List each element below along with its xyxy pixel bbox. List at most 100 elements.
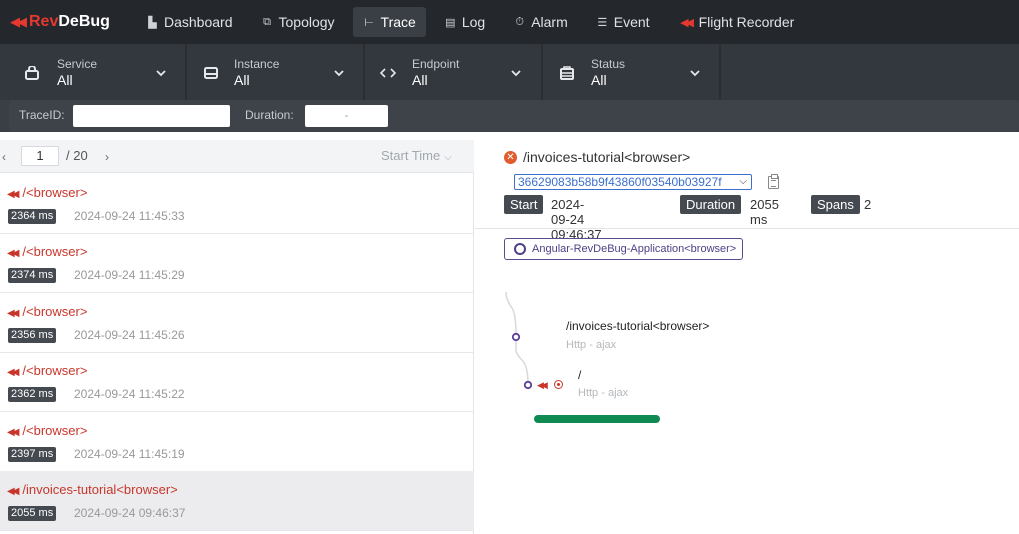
trace-list-pane: ‹ 1 / 20 › Start Time ⌵ ◀◀/<browser> 2364… — [0, 140, 474, 534]
endpoint-filter[interactable]: Endpoint All — [365, 44, 543, 100]
status-filter[interactable]: Status All — [543, 44, 721, 100]
duration-badge: 2362 ms — [8, 387, 57, 402]
event-icon: ☰ — [597, 16, 608, 29]
trace-title-text: /invoices-tutorial<browser> — [523, 149, 691, 165]
trace-id-select[interactable]: 36629083b58b9f43860f03540b03927f ⌵ — [514, 174, 752, 190]
trace-id-value: 36629083b58b9f43860f03540b03927f — [518, 175, 722, 189]
service-filter-value: All — [57, 72, 73, 88]
service-tag-label: Angular-RevDeBug-Application<browser> — [532, 243, 737, 255]
trace-name: /<browser> — [22, 423, 88, 438]
logo-suffix: DeBug — [58, 13, 110, 30]
next-page-icon[interactable]: › — [105, 150, 109, 164]
duration-value: 2055 ms — [750, 197, 779, 227]
pagination: ‹ 1 / 20 › Start Time ⌵ — [0, 140, 474, 173]
prev-page-icon[interactable]: ‹ — [2, 150, 6, 164]
trace-row[interactable]: ◀◀/<browser> 2362 ms 2024-09-24 11:45:22 — [0, 352, 474, 412]
page-total: / 20 — [66, 148, 88, 163]
trace-name: /<browser> — [22, 244, 88, 259]
rewind-icon: ◀◀ — [7, 248, 20, 259]
chevron-down-icon — [690, 70, 700, 77]
span-type: Http - ajax — [566, 339, 617, 351]
topology-icon: ⧉ — [263, 15, 271, 28]
trace-row[interactable]: ◀◀/<browser> 2356 ms 2024-09-24 11:45:26 — [0, 293, 474, 353]
flight-recorder-icon: ◀◀ — [680, 16, 694, 29]
service-legend-tag[interactable]: Angular-RevDeBug-Application<browser> — [504, 238, 743, 260]
log-icon: ▤ — [445, 16, 456, 29]
spans-badge: Spans — [811, 195, 860, 214]
trace-title: ✕ /invoices-tutorial<browser> — [504, 149, 690, 165]
top-navigation: ◀◀ RevDeBug ▙ Dashboard ⧉ Topology ⊢ Tra… — [0, 0, 1019, 44]
trace-name: /<browser> — [22, 363, 88, 378]
nav-alarm[interactable]: ⏱ Alarm — [503, 7, 578, 37]
trace-time: 2024-09-24 11:45:22 — [74, 387, 185, 401]
nav-dashboard[interactable]: ▙ Dashboard — [136, 7, 243, 37]
nav-event-label: Event — [613, 14, 650, 30]
span-name[interactable]: / — [578, 368, 581, 382]
spans-value: 2 — [864, 197, 872, 212]
endpoint-filter-label: Endpoint — [412, 57, 460, 71]
rewind-icon: ◀◀ — [7, 486, 20, 497]
service-filter[interactable]: Service All — [0, 44, 187, 100]
service-filter-label: Service — [57, 57, 98, 71]
code-icon — [379, 66, 397, 80]
trace-name: /<browser> — [22, 185, 88, 200]
duration-badge: 2364 ms — [8, 209, 57, 224]
nav-trace[interactable]: ⊢ Trace — [352, 7, 426, 37]
traceid-label: TraceID: — [19, 108, 65, 122]
nav-alarm-label: Alarm — [531, 14, 568, 30]
revdebug-logo[interactable]: ◀◀ RevDeBug — [0, 0, 136, 44]
endpoint-filter-value: All — [412, 72, 428, 88]
filter-bar: Service All Instance All Endpoint All St… — [0, 44, 1019, 100]
trace-row-selected[interactable]: ◀◀/invoices-tutorial<browser> 2055 ms 20… — [0, 471, 474, 531]
nav-trace-label: Trace — [380, 14, 416, 30]
chevron-down-icon: ⌵ — [444, 152, 452, 163]
divider — [475, 228, 1019, 229]
span-name[interactable]: /invoices-tutorial<browser> — [566, 319, 709, 333]
rewind-icon: ◀◀ — [7, 367, 20, 378]
rewind-logo-icon: ◀◀ — [10, 14, 27, 29]
traceid-input[interactable] — [73, 105, 230, 127]
duration-badge: 2356 ms — [8, 328, 57, 343]
logo-prefix: Rev — [29, 13, 59, 30]
nav-flight-recorder[interactable]: ◀◀ Flight Recorder — [668, 7, 805, 37]
rewind-icon: ◀◀ — [7, 189, 20, 200]
nav-topology[interactable]: ⧉ Topology — [251, 7, 345, 37]
duration-input[interactable]: - — [305, 105, 388, 127]
span-node — [511, 332, 521, 342]
trace-row[interactable]: ◀◀/<browser> 2364 ms 2024-09-24 11:45:33 — [0, 174, 474, 234]
rewind-icon[interactable]: ◀◀ — [537, 380, 548, 391]
trace-row[interactable]: ◀◀/<browser> 2397 ms 2024-09-24 11:45:19 — [0, 412, 474, 472]
service-icon — [24, 65, 40, 80]
nav-topology-label: Topology — [278, 14, 335, 30]
trace-name: /invoices-tutorial<browser> — [22, 482, 178, 497]
nav-log[interactable]: ▤ Log — [434, 7, 495, 37]
trace-time: 2024-09-24 11:45:33 — [74, 209, 185, 223]
sort-label: Start Time — [381, 148, 441, 163]
span-type: Http - ajax — [578, 387, 629, 399]
alarm-icon: ⏱ — [515, 15, 524, 28]
nav-event[interactable]: ☰ Event — [586, 7, 660, 37]
sort-selector[interactable]: Start Time ⌵ — [381, 148, 452, 163]
rewind-icon: ◀◀ — [7, 427, 20, 438]
duration-badge: 2374 ms — [8, 268, 57, 283]
duration-badge: 2055 ms — [8, 506, 57, 521]
instance-icon — [203, 66, 219, 80]
duration-label: Duration: — [245, 108, 294, 122]
nav-log-label: Log — [461, 14, 486, 30]
span-duration-bar — [534, 415, 660, 423]
duration-badge: 2397 ms — [8, 447, 57, 462]
trace-detail-pane: ✕ /invoices-tutorial<browser> 36629083b5… — [475, 140, 1019, 534]
nav-dashboard-label: Dashboard — [164, 14, 233, 30]
chevron-down-icon — [156, 70, 166, 77]
trace-time: 2024-09-24 11:45:29 — [74, 268, 185, 282]
rewind-icon: ◀◀ — [7, 308, 20, 319]
start-value: 2024-09-24 09:46:37 — [551, 197, 602, 242]
clipboard-icon[interactable] — [768, 174, 779, 189]
instance-filter[interactable]: Instance All — [187, 44, 365, 100]
instance-filter-value: All — [234, 72, 250, 88]
target-icon[interactable] — [554, 380, 563, 389]
start-badge: Start — [504, 195, 544, 214]
span-node — [523, 380, 533, 390]
page-number-input[interactable]: 1 — [21, 146, 59, 166]
trace-row[interactable]: ◀◀/<browser> 2374 ms 2024-09-24 11:45:29 — [0, 233, 474, 293]
